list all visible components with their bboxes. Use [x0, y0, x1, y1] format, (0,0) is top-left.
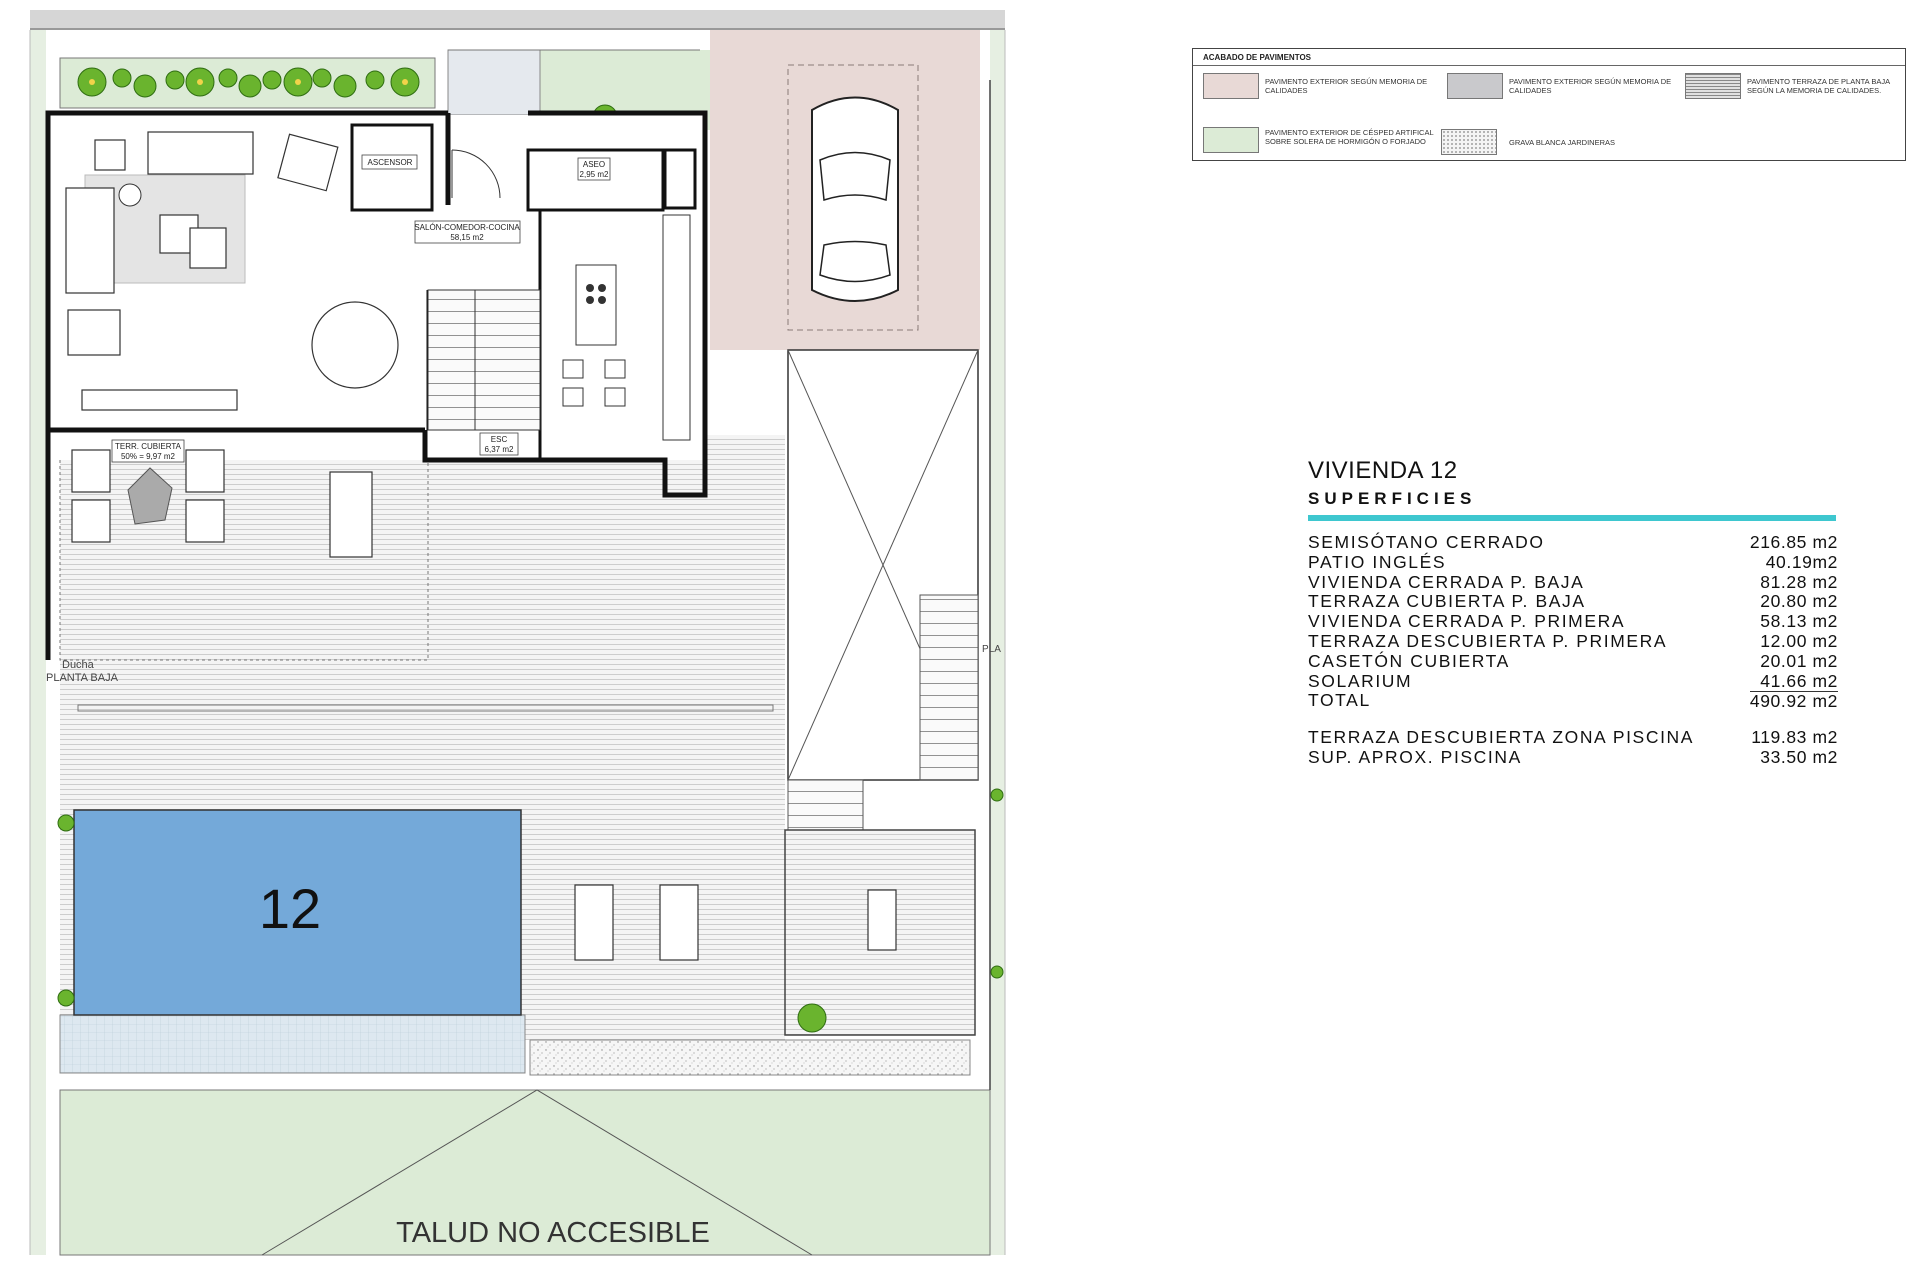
room-label-terraza: TERR. CUBIERTA	[115, 442, 182, 451]
surface-label: PATIO INGLÉS	[1308, 551, 1447, 572]
surface-value: 41.66 m2	[1760, 670, 1838, 691]
surface-row: TERRAZA DESCUBIERTA ZONA PISCINA 119.83 m…	[1308, 727, 1838, 748]
legend-swatch-grey-paving	[1447, 73, 1503, 99]
legend-text-grey-paving: PAVIMENTO EXTERIOR SEGÚN MEMORIA DE CALI…	[1509, 77, 1672, 95]
surface-value: 81.28 m2	[1760, 571, 1838, 592]
legend-text-terrace: PAVIMENTO TERRAZA DE PLANTA BAJA SEGÚN L…	[1747, 77, 1890, 95]
surface-row: VIVIENDA CERRADA P. BAJA 81.28 m2	[1308, 571, 1838, 593]
surface-label: SEMISÓTANO CERRADO	[1308, 532, 1545, 552]
surfaces-table: VIVIENDA 12 SUPERFICIES SEMISÓTANO CERRA…	[1308, 457, 1838, 768]
lower-stairs	[787, 779, 864, 831]
legend-swatch-gravel	[1441, 129, 1497, 155]
surface-value: 216.85 m2	[1749, 532, 1838, 552]
surface-row: TERRAZA CUBIERTA P. BAJA 20.80 m2	[1308, 592, 1838, 612]
edge-label: PLA	[982, 644, 1001, 655]
ducha-label: Ducha	[62, 659, 95, 671]
room-area-escalera: 6,37 m2	[485, 445, 514, 454]
surface-label: TOTAL	[1308, 690, 1371, 711]
gravel-planter	[529, 1039, 971, 1076]
surface-value: 119.83 m2	[1751, 727, 1838, 748]
surface-row: TOTAL 490.92 m2	[1308, 691, 1838, 712]
surface-label: TERRAZA CUBIERTA P. BAJA	[1308, 591, 1586, 612]
staircase	[427, 289, 541, 431]
legend-swatch-lawn	[1203, 127, 1259, 153]
planta-label: PLANTA BAJA	[46, 672, 119, 684]
surface-label: TERRAZA DESCUBIERTA P. PRIMERA	[1308, 630, 1668, 651]
surface-value: 12.00 m2	[1760, 630, 1838, 651]
plot-top-edge	[30, 10, 1005, 28]
surface-row: SUP. APROX. PISCINA 33.50 m2	[1308, 746, 1838, 768]
surface-value: 490.92 m2	[1749, 691, 1838, 712]
legend-text-gravel: GRAVA BLANCA JARDINERAS	[1509, 138, 1616, 147]
surface-value: 33.50 m2	[1760, 746, 1838, 767]
room-label-aseo: ASEO	[583, 160, 605, 169]
unit-title: VIVIENDA 12	[1308, 457, 1458, 484]
room-label-salon: SALÓN-COMEDOR-COCINA	[414, 223, 520, 232]
room-area-salon: 58,15 m2	[450, 233, 484, 242]
surface-row: CASETÓN CUBIERTA 20.01 m2	[1308, 650, 1838, 672]
surface-row: PATIO INGLÉS 40.19m2	[1308, 551, 1838, 573]
pool-number: 12	[259, 877, 321, 940]
surface-label: SUP. APROX. PISCINA	[1308, 746, 1522, 767]
surface-row: TERRAZA DESCUBIERTA P. PRIMERA 12.00 m2	[1308, 630, 1838, 652]
room-label-ascensor: ASCENSOR	[368, 158, 413, 167]
planter-tree	[797, 1003, 827, 1033]
floor-plan: 12 TALUD NO ACCESIBLE ASCENSOR ASEO 2,95…	[29, 10, 1006, 1256]
surface-label: VIVIENDA CERRADA P. PRIMERA	[1308, 611, 1626, 632]
surface-row: SOLARIUM 41.66 m2	[1308, 670, 1838, 692]
surface-value: 40.19m2	[1765, 551, 1838, 572]
surface-label: VIVIENDA CERRADA P. BAJA	[1308, 571, 1585, 592]
legend-swatch-paving	[1203, 73, 1259, 99]
surface-row: SEMISÓTANO CERRADO 216.85 m2	[1308, 532, 1838, 553]
kitchen-island	[575, 264, 617, 346]
surfaces-heading: SUPERFICIES	[1308, 489, 1477, 508]
room-label-escalera: ESC	[491, 435, 508, 444]
surface-value: 20.80 m2	[1760, 591, 1838, 612]
surface-label: CASETÓN CUBIERTA	[1308, 650, 1510, 671]
room-area-terraza: 50% = 9,97 m2	[121, 452, 176, 461]
legend-text-paving: PAVIMENTO EXTERIOR SEGÚN MEMORIA DE CALI…	[1265, 77, 1428, 95]
entrance-path	[447, 49, 541, 116]
slope-label: TALUD NO ACCESIBLE	[396, 1217, 710, 1249]
surface-value: 20.01 m2	[1760, 650, 1838, 671]
legend-text-lawn: PAVIMENTO EXTERIOR DE CÉSPED ARTIFICAL S…	[1265, 128, 1434, 146]
pool-surround	[59, 1014, 526, 1074]
car-icon	[811, 96, 899, 302]
dining-table	[311, 301, 399, 389]
left-lawn	[30, 30, 46, 1255]
surface-label: TERRAZA DESCUBIERTA ZONA PISCINA	[1308, 727, 1695, 748]
surface-value: 58.13 m2	[1760, 611, 1838, 632]
legend-swatch-terrace	[1685, 73, 1741, 99]
right-lawn	[990, 30, 1005, 1255]
room-area-aseo: 2,95 m2	[580, 170, 609, 179]
side-stairs	[919, 594, 979, 781]
legend-title: ACABADO DE PAVIMENTOS	[1203, 53, 1312, 62]
pavement-legend: ACABADO DE PAVIMENTOS PAVIMENTO EXTERIOR…	[1192, 48, 1906, 161]
surface-row: VIVIENDA CERRADA P. PRIMERA 58.13 m2	[1308, 611, 1838, 632]
surface-label: SOLARIUM	[1308, 670, 1413, 691]
